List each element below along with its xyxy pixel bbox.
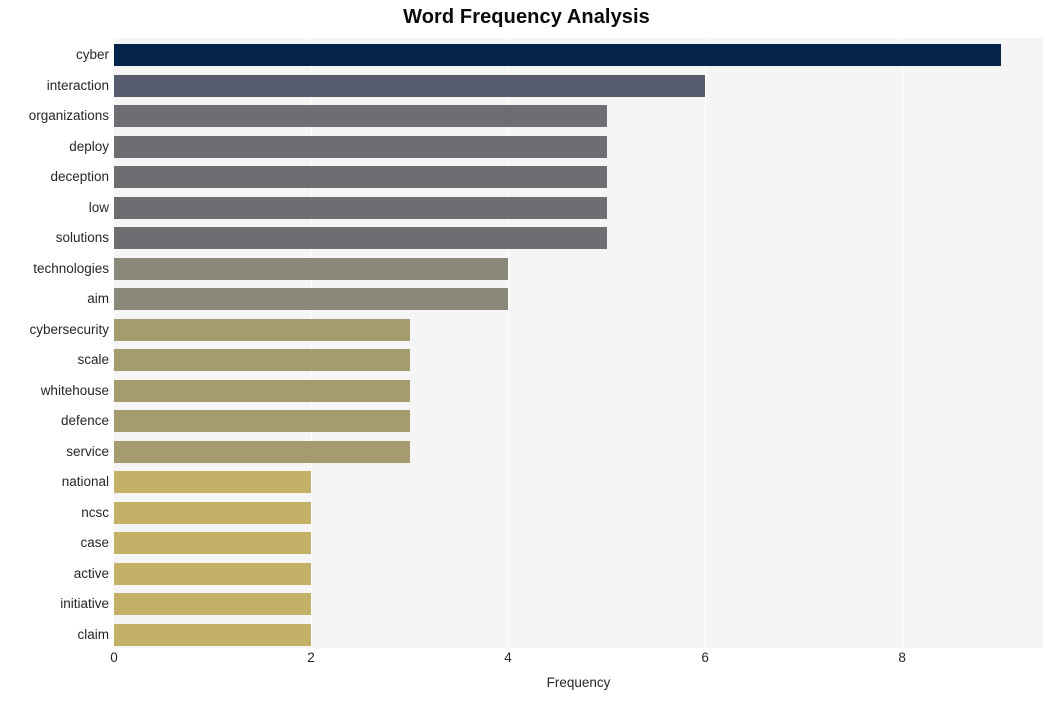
bar-active[interactable] (114, 562, 312, 585)
bar-national[interactable] (114, 471, 312, 494)
bar-deploy[interactable] (114, 135, 607, 158)
word-frequency-chart: Word Frequency Analysis cyber interaction… (0, 0, 1053, 701)
y-axis-label-cybersecurity: cybersecurity (29, 321, 109, 337)
bar-defence[interactable] (114, 410, 410, 433)
x-tick-8: 8 (898, 650, 906, 665)
y-axis-label-whitehouse: whitehouse (40, 382, 109, 398)
bar-initiative[interactable] (114, 593, 312, 616)
y-axis-label-deception: deception (50, 169, 109, 185)
y-axis-label-low: low (88, 199, 109, 215)
bar-solutions[interactable] (114, 227, 607, 250)
x-tick-4: 4 (504, 650, 512, 665)
y-axis-label-organizations: organizations (28, 108, 109, 124)
chart-title: Word Frequency Analysis (403, 6, 650, 28)
bar-deception[interactable] (114, 166, 607, 189)
bar-aim[interactable] (114, 288, 509, 311)
bar-organizations[interactable] (114, 105, 607, 128)
bar-service[interactable] (114, 440, 410, 463)
y-axis-label-technologies: technologies (33, 260, 109, 276)
y-axis-label-scale: scale (77, 352, 109, 368)
y-axis-label-claim: claim (77, 626, 109, 642)
x-axis-ticks: 0 2 4 6 8 (0, 650, 1053, 672)
y-axis-label-active: active (73, 565, 109, 581)
y-axis-label-ncsc: ncsc (81, 504, 109, 520)
y-axis-label-solutions: solutions (55, 230, 109, 246)
y-axis-label-defence: defence (60, 413, 109, 429)
x-tick-2: 2 (307, 650, 315, 665)
bar-low[interactable] (114, 196, 607, 219)
bars-layer (114, 38, 1043, 648)
bar-ncsc[interactable] (114, 501, 312, 524)
y-axis-label-deploy: deploy (69, 138, 109, 154)
bar-cybersecurity[interactable] (114, 318, 410, 341)
y-axis-label-cyber: cyber (75, 47, 109, 63)
bar-claim[interactable] (114, 623, 312, 646)
y-axis-label-national: national (61, 474, 109, 490)
y-axis-label-aim: aim (87, 291, 109, 307)
x-axis-label: Frequency (546, 675, 611, 690)
bar-cyber[interactable] (114, 44, 1001, 67)
bar-interaction[interactable] (114, 74, 706, 97)
x-tick-6: 6 (701, 650, 709, 665)
y-axis-labels: cyber interaction organizations deploy decep… (0, 38, 109, 648)
x-tick-0: 0 (110, 650, 118, 665)
y-axis-label-initiative: initiative (60, 596, 109, 612)
bar-case[interactable] (114, 532, 312, 555)
y-axis-label-interaction: interaction (46, 77, 109, 93)
bar-scale[interactable] (114, 349, 410, 372)
bar-technologies[interactable] (114, 257, 509, 280)
bar-whitehouse[interactable] (114, 379, 410, 402)
y-axis-label-service: service (66, 443, 109, 459)
y-axis-label-case: case (80, 535, 109, 551)
